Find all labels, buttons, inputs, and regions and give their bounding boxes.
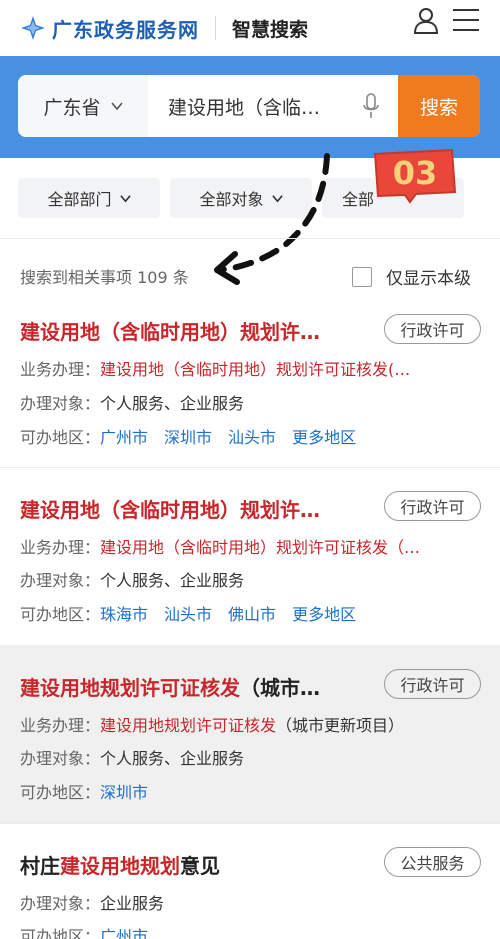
sub-brand: 智慧搜索 <box>232 18 309 41</box>
category-tag: 公共服务 <box>384 847 481 877</box>
target-label: 办理对象： <box>20 749 101 768</box>
search-box: 广东省 建设用地（含临… 搜索 <box>18 75 480 137</box>
result-card[interactable]: 建设用地（含临时用地）规划许… 行政许可 业务办理：建设用地（含临时用地）规划许… <box>0 468 500 646</box>
filter-department-label: 全部部门 <box>47 190 112 209</box>
result-card[interactable]: 村庄建设用地规划意见 公共服务 办理对象：企业服务 可办地区：广州市 <box>0 824 500 939</box>
business-value[interactable]: 建设用地（含临时用地）规划许可证核发(… <box>100 360 410 379</box>
result-title-suffix: 意见 <box>180 854 220 878</box>
region-label: 可办地区： <box>20 927 101 939</box>
target-row: 办理对象：企业服务 <box>20 890 164 914</box>
result-title[interactable]: 建设用地规划许可证核发（城市… <box>20 672 320 701</box>
business-value[interactable]: 建设用地（含临时用地）规划许可证核发（… <box>100 538 420 557</box>
target-row: 办理对象：个人服务、企业服务 <box>20 390 244 414</box>
region-row: 可办地区：珠海市 汕头市 佛山市 更多地区 <box>20 601 372 625</box>
section-divider <box>0 238 500 239</box>
only-province-checkbox[interactable] <box>352 266 372 287</box>
logo-icon <box>21 16 45 40</box>
region-label: 可办地区： <box>20 428 101 447</box>
more-regions-link[interactable]: 更多地区 <box>292 605 356 624</box>
result-count: 搜索到相关事项 109 条 <box>20 268 189 287</box>
business-label: 业务办理： <box>20 360 101 379</box>
chevron-down-icon <box>110 102 123 111</box>
region-row: 可办地区：广州市 深圳市 汕头市 更多地区 <box>20 424 372 448</box>
region-link[interactable]: 广州市 <box>100 927 148 939</box>
result-card[interactable]: 建设用地规划许可证核发（城市… 行政许可 业务办理：建设用地规划许可证核发（城市… <box>0 646 500 824</box>
brand-name[interactable]: 广东政务服务网 <box>52 14 199 43</box>
chevron-down-icon <box>119 194 131 203</box>
menu-icon[interactable] <box>451 6 481 34</box>
business-label: 业务办理： <box>20 716 101 735</box>
province-label: 广东省 <box>43 96 101 119</box>
result-title[interactable]: 建设用地（含临时用地）规划许… <box>20 494 320 523</box>
business-row: 业务办理：建设用地规划许可证核发（城市更新项目） <box>20 712 404 736</box>
target-label: 办理对象： <box>20 894 101 913</box>
step-badge: 03 <box>373 148 457 204</box>
step-badge-text: 03 <box>393 154 438 192</box>
region-label: 可办地区： <box>20 605 101 624</box>
business-value-rest[interactable]: （城市更新项目） <box>276 716 404 735</box>
category-tag: 行政许可 <box>384 491 481 521</box>
search-band: 广东省 建设用地（含临… 搜索 <box>0 56 500 158</box>
region-link[interactable]: 广州市 <box>100 428 148 447</box>
target-value: 个人服务、企业服务 <box>100 394 245 413</box>
category-tag: 行政许可 <box>384 314 481 344</box>
result-title-prefix: 村庄 <box>20 854 60 878</box>
more-regions-link[interactable]: 更多地区 <box>292 428 356 447</box>
province-select[interactable]: 广东省 <box>18 75 148 137</box>
top-header: 广东政务服务网 智慧搜索 <box>0 0 500 56</box>
region-link[interactable]: 深圳市 <box>100 783 148 802</box>
result-title[interactable]: 村庄建设用地规划意见 <box>20 850 220 879</box>
dashed-arrow-icon <box>214 153 330 285</box>
region-link[interactable]: 汕头市 <box>228 428 276 447</box>
result-title-highlight: 建设用地规划许可证核发 <box>20 676 240 700</box>
target-row: 办理对象：个人服务、企业服务 <box>20 745 244 769</box>
target-label: 办理对象： <box>20 394 101 413</box>
header-divider <box>215 16 216 40</box>
region-link[interactable]: 汕头市 <box>164 605 212 624</box>
business-value[interactable]: 建设用地规划许可证核发 <box>100 716 276 735</box>
target-value: 个人服务、企业服务 <box>100 571 245 590</box>
region-label: 可办地区： <box>20 783 101 802</box>
result-title-rest: （城市… <box>240 676 320 700</box>
only-province-label: 仅显示本级 <box>386 269 471 289</box>
target-label: 办理对象： <box>20 571 101 590</box>
microphone-icon[interactable] <box>362 93 380 119</box>
result-title[interactable]: 建设用地（含临时用地）规划许… <box>20 316 320 345</box>
filter-department[interactable]: 全部部门 <box>18 178 160 218</box>
result-card[interactable]: 建设用地（含临时用地）规划许… 行政许可 业务办理：建设用地（含临时用地）规划许… <box>0 296 500 468</box>
target-value: 企业服务 <box>100 894 165 913</box>
category-tag: 行政许可 <box>384 669 481 699</box>
result-title-highlight: 建设用地规划 <box>60 854 180 878</box>
region-link[interactable]: 深圳市 <box>164 428 212 447</box>
region-link[interactable]: 佛山市 <box>228 605 276 624</box>
business-label: 业务办理： <box>20 538 101 557</box>
business-row: 业务办理：建设用地（含临时用地）规划许可证核发(… <box>20 356 410 380</box>
target-row: 办理对象：个人服务、企业服务 <box>20 567 244 591</box>
search-button[interactable]: 搜索 <box>398 75 480 137</box>
region-row: 可办地区：广州市 <box>20 923 164 939</box>
business-row: 业务办理：建设用地（含临时用地）规划许可证核发（… <box>20 534 420 558</box>
only-province-toggle[interactable]: 仅显示本级 <box>352 264 471 289</box>
region-link[interactable]: 珠海市 <box>100 605 148 624</box>
user-icon[interactable] <box>412 6 440 34</box>
search-input[interactable]: 建设用地（含临… <box>148 93 362 120</box>
target-value: 个人服务、企业服务 <box>100 749 245 768</box>
region-row: 可办地区：深圳市 <box>20 779 164 803</box>
